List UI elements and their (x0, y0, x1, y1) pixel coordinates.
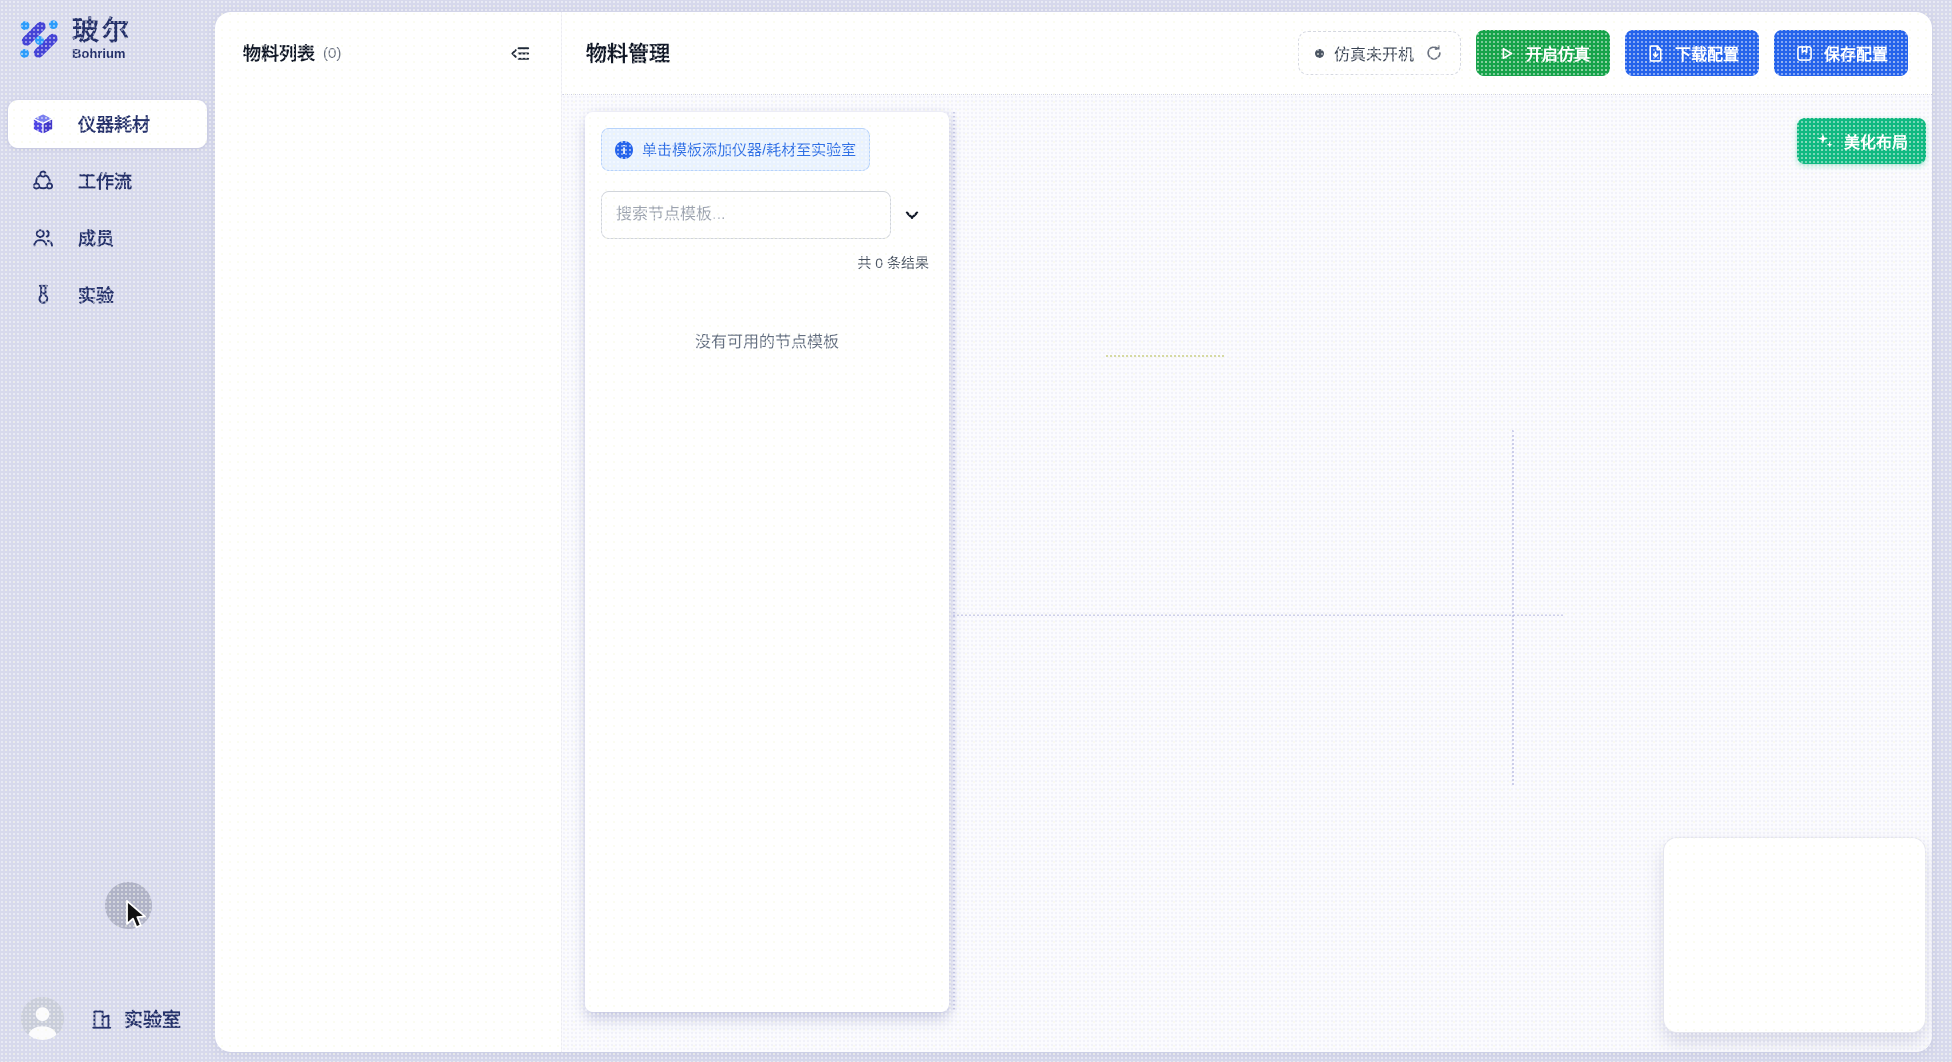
brand-logo: 玻尔 Bohrium (0, 0, 215, 62)
node-template-panel: i 单击模板添加仪器/耗材至实验室 共 0 条结果 没有可用的节点模板 (585, 112, 949, 1012)
minimap-panel[interactable] (1663, 837, 1926, 1033)
avatar[interactable] (21, 997, 64, 1040)
search-input[interactable] (601, 191, 891, 239)
members-icon (30, 225, 56, 251)
file-download-icon (1645, 43, 1666, 64)
save-icon (1794, 43, 1815, 64)
chevron-down-icon (901, 204, 923, 226)
template-hint-banner: i 单击模板添加仪器/耗材至实验室 (601, 128, 870, 171)
cube-icon (30, 111, 56, 137)
sidebar-item-label: 工作流 (78, 168, 132, 194)
sidebar-item-experiment[interactable]: 实验 (8, 271, 207, 319)
result-count: 共 0 条结果 (601, 253, 933, 273)
page-header: 物料管理 仿真未开机 开启仿真 (562, 12, 1932, 95)
person-icon (21, 997, 64, 1040)
refresh-icon (1424, 43, 1444, 63)
main-area: 物料管理 仿真未开机 开启仿真 (562, 12, 1932, 1052)
refresh-status-button[interactable] (1424, 43, 1444, 63)
status-label: 仿真未开机 (1334, 41, 1414, 65)
workflow-icon (30, 168, 56, 194)
canvas-guide-line (953, 614, 1563, 616)
materials-list-count: (0) (323, 45, 341, 62)
sidebar-item-label: 实验 (78, 282, 114, 308)
beautify-layout-button[interactable]: 美化布局 (1797, 118, 1926, 164)
page-title: 物料管理 (586, 38, 670, 68)
template-hint-text: 单击模板添加仪器/耗材至实验室 (642, 139, 856, 160)
lab-switcher[interactable]: 实验室 (89, 1005, 181, 1032)
sidebar: 玻尔 Bohrium 仪器耗材 工作流 (0, 0, 215, 1062)
sidebar-footer: 实验室 (0, 992, 215, 1062)
main-shell: 物料列表 (0) 物料管理 仿真未开机 (215, 12, 1932, 1052)
sidebar-item-label: 仪器耗材 (78, 111, 150, 137)
expand-filters-button[interactable] (891, 204, 933, 226)
sidebar-nav: 仪器耗材 工作流 成员 (0, 100, 215, 319)
start-simulation-button[interactable]: 开启仿真 (1476, 30, 1610, 76)
brand-name: 玻尔 (72, 17, 132, 45)
status-dot (1315, 49, 1324, 58)
experiment-icon (30, 282, 56, 308)
save-config-button[interactable]: 保存配置 (1774, 30, 1908, 76)
canvas-guide-line (953, 112, 955, 1010)
empty-state-text: 没有可用的节点模板 (601, 328, 933, 352)
info-icon: i (615, 141, 633, 159)
sidebar-item-members[interactable]: 成员 (8, 214, 207, 262)
brand-subtitle: Bohrium (72, 47, 132, 61)
collapse-panel-icon (509, 42, 532, 65)
canvas-guide-line (1512, 430, 1514, 785)
building-icon (89, 1006, 115, 1032)
download-config-button[interactable]: 下载配置 (1625, 30, 1759, 76)
play-icon (1496, 43, 1517, 64)
flow-canvas[interactable]: i 单击模板添加仪器/耗材至实验室 共 0 条结果 没有可用的节点模板 (562, 95, 1932, 1052)
bohrium-logo-icon (16, 16, 62, 62)
sidebar-item-instruments[interactable]: 仪器耗材 (8, 100, 207, 148)
materials-list-panel: 物料列表 (0) (215, 12, 562, 1052)
canvas-guide-line (1106, 355, 1224, 357)
materials-list-title: 物料列表 (243, 40, 315, 66)
simulation-status-pill: 仿真未开机 (1298, 31, 1461, 75)
sidebar-item-workflow[interactable]: 工作流 (8, 157, 207, 205)
sidebar-item-label: 成员 (78, 225, 114, 251)
header-actions: 仿真未开机 开启仿真 (1298, 30, 1908, 76)
lab-label: 实验室 (124, 1005, 181, 1032)
sparkles-icon (1815, 131, 1835, 151)
collapse-panel-button[interactable] (509, 40, 535, 66)
